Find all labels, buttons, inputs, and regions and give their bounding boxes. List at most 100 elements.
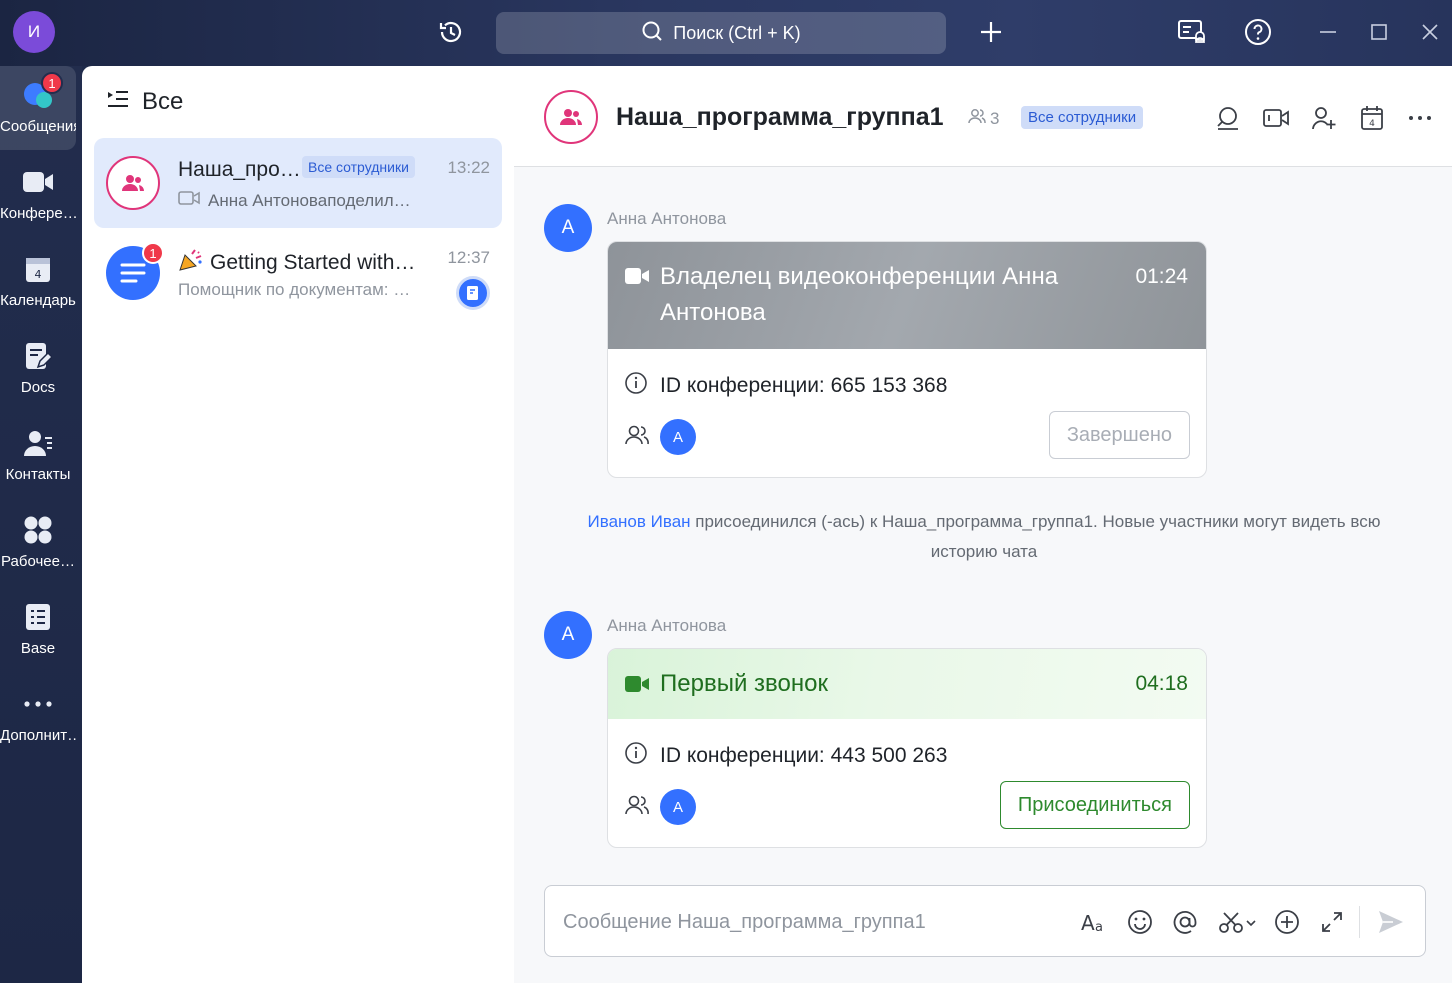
- history-icon[interactable]: [435, 16, 467, 48]
- maximize-icon[interactable]: [1363, 16, 1395, 48]
- video-small-icon: [178, 190, 200, 211]
- title-bar: И Поиск (Ctrl + K): [0, 0, 1452, 66]
- search-bar[interactable]: Поиск (Ctrl + K): [496, 12, 946, 54]
- chat-time: 12:37: [447, 248, 490, 267]
- participants-icon: [624, 424, 650, 451]
- text-format-icon[interactable]: Aa: [1079, 906, 1111, 938]
- messages-icon: 1: [21, 72, 63, 112]
- more-options-icon[interactable]: [1406, 104, 1434, 132]
- chat-main: Наша_программа_группа1 3 Все сотрудники …: [514, 66, 1452, 983]
- info-icon: [624, 741, 648, 771]
- members-icon: [968, 108, 986, 129]
- participant-avatar[interactable]: A: [660, 419, 696, 455]
- add-icon[interactable]: [975, 16, 1007, 48]
- member-count[interactable]: 3: [968, 108, 999, 129]
- chat-item-getting-started[interactable]: 1 Getting Started with… 12:37 Помощник п…: [94, 228, 502, 318]
- message-input[interactable]: [563, 904, 1043, 940]
- card-header: Первый звонок 04:18: [608, 649, 1206, 719]
- chat-time: 13:22: [447, 158, 490, 177]
- unread-badge: 1: [142, 242, 164, 264]
- card-title: Первый звонок: [660, 670, 828, 697]
- add-attachment-icon[interactable]: [1271, 906, 1303, 938]
- close-icon[interactable]: [1414, 16, 1446, 48]
- card-title: Владелец видеоконференции Анна Антонова: [660, 263, 1059, 326]
- chat-title-text: Getting Started with…: [210, 251, 416, 274]
- nav-label: Docs: [20, 379, 56, 396]
- chat-title: Getting Started with…: [178, 248, 415, 278]
- nav-label: Контакты: [5, 466, 71, 483]
- calendar-icon[interactable]: 4: [1358, 104, 1386, 132]
- send-icon[interactable]: [1375, 906, 1407, 938]
- nav-label: Рабочее…: [1, 553, 75, 570]
- doc-bot-icon: [456, 276, 490, 310]
- screenshot-icon[interactable]: [1217, 906, 1259, 938]
- nav-item-conferences[interactable]: Конфере…: [0, 153, 76, 237]
- sender-avatar[interactable]: A: [544, 611, 592, 659]
- base-icon: [21, 600, 55, 634]
- nav-item-messages[interactable]: 1 Сообщения: [0, 66, 76, 150]
- mention-icon[interactable]: [1169, 906, 1201, 938]
- call-duration: 04:18: [1135, 672, 1188, 695]
- nav-label: Base: [20, 640, 56, 657]
- nav-item-calendar[interactable]: 4 Календарь: [0, 240, 76, 324]
- search-placeholder: Поиск (Ctrl + K): [673, 22, 801, 43]
- chat-list-panel: Все Наша_про… Все сотрудники 13:22 Анна …: [82, 66, 514, 983]
- call-duration: 01:24: [1135, 265, 1188, 288]
- info-icon: [624, 371, 648, 401]
- nav-item-more[interactable]: Дополнит…: [0, 675, 76, 759]
- doc-assistant-avatar: 1: [106, 242, 164, 300]
- all-employees-tag: Все сотрудники: [1021, 106, 1144, 129]
- nav-label: Дополнит…: [0, 727, 76, 744]
- more-icon: [21, 687, 55, 721]
- participants: A: [624, 419, 696, 455]
- minimize-icon[interactable]: [1312, 16, 1344, 48]
- chat-title[interactable]: Наша_программа_группа1: [616, 103, 944, 132]
- group-avatar[interactable]: [544, 90, 598, 144]
- party-popper-icon: [178, 248, 204, 278]
- expand-icon[interactable]: [1316, 906, 1348, 938]
- message-composer: Aa: [544, 885, 1426, 957]
- conference-card[interactable]: Владелец видеоконференции Анна Антонова …: [607, 241, 1207, 478]
- nav-item-docs[interactable]: Docs: [0, 327, 76, 411]
- emoji-icon[interactable]: [1124, 906, 1156, 938]
- chat-filter-header[interactable]: Все: [106, 88, 183, 116]
- meeting-notify-icon[interactable]: [1176, 16, 1208, 48]
- card-header: Владелец видеоконференции Анна Антонова …: [608, 242, 1206, 349]
- chat-header: Наша_программа_группа1 3 Все сотрудники …: [514, 66, 1452, 167]
- contacts-icon: [21, 426, 55, 460]
- help-icon[interactable]: [1242, 16, 1274, 48]
- video-camera-icon: [624, 266, 650, 291]
- unread-badge: 1: [41, 72, 63, 94]
- group-avatar: [106, 156, 160, 210]
- video-call-icon[interactable]: [1262, 104, 1290, 132]
- sender-avatar[interactable]: A: [544, 204, 592, 252]
- participants: A: [624, 789, 696, 825]
- chat-item-group[interactable]: Наша_про… Все сотрудники 13:22 Анна Анто…: [94, 138, 502, 228]
- filter-label: Все: [142, 88, 184, 115]
- svg-text:4: 4: [35, 268, 42, 281]
- conference-card[interactable]: Первый звонок 04:18 ID конференции: 443 …: [607, 648, 1207, 848]
- conference-id-text: ID конференции: 665 153 368: [660, 374, 948, 397]
- nav-item-workspace[interactable]: Рабочее…: [0, 501, 76, 585]
- conference-id-text: ID конференции: 443 500 263: [660, 744, 948, 767]
- join-button[interactable]: Присоединиться: [999, 781, 1190, 829]
- card-body: ID конференции: 665 153 368 A Завершено: [608, 349, 1206, 477]
- nav-label: Сообщения: [0, 118, 76, 135]
- system-message: Иванов Иван присоединился (-ась) к Наша_…: [554, 507, 1414, 567]
- search-chat-icon[interactable]: [1214, 104, 1242, 132]
- composer-divider: [1359, 906, 1360, 938]
- nav-label: Календарь: [0, 292, 76, 309]
- card-body: ID конференции: 443 500 263 A Присоедини…: [608, 719, 1206, 847]
- participant-avatar[interactable]: A: [660, 789, 696, 825]
- user-link[interactable]: Иванов Иван: [588, 512, 691, 531]
- nav-item-base[interactable]: Base: [0, 588, 76, 672]
- left-navigation: 1 Сообщения Конфере… 4 Календарь Docs Ко…: [0, 66, 82, 983]
- add-member-icon[interactable]: [1310, 104, 1338, 132]
- participants-icon: [624, 794, 650, 821]
- chat-preview: Анна Антоноваподелил…: [178, 190, 411, 211]
- user-avatar[interactable]: И: [13, 11, 55, 53]
- nav-item-contacts[interactable]: Контакты: [0, 414, 76, 498]
- conference-id: ID конференции: 665 153 368: [624, 371, 947, 401]
- workspace-icon: [21, 513, 55, 547]
- sender-name: Анна Антонова: [607, 616, 727, 635]
